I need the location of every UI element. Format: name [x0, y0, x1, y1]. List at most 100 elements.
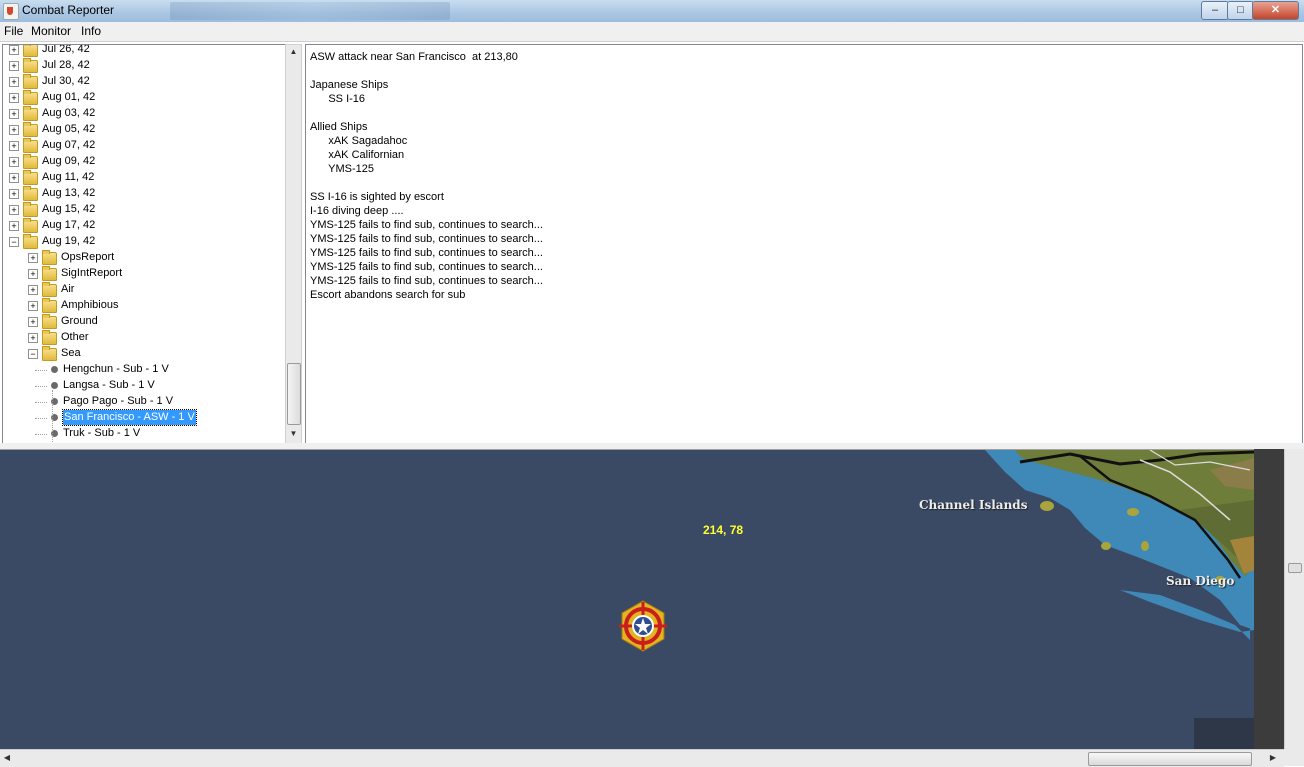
tree-category-air[interactable]: + Air [3, 282, 283, 298]
map-label-channel-islands: Channel Islands [919, 498, 1028, 512]
expand-icon[interactable]: + [9, 189, 19, 199]
tree-node-label: Aug 11, 42 [42, 171, 95, 183]
tree-scroll-thumb[interactable] [287, 363, 301, 425]
tree-date-node[interactable]: + Aug 17, 42 [3, 218, 283, 234]
expand-icon[interactable]: + [9, 93, 19, 103]
tree-connector [35, 418, 47, 419]
collapse-icon[interactable]: − [28, 349, 38, 359]
expand-icon[interactable]: + [9, 45, 19, 55]
expand-icon[interactable]: + [28, 333, 38, 343]
tree-connector [35, 370, 47, 371]
tree-date-node[interactable]: + Jul 28, 42 [3, 58, 283, 74]
folder-icon [23, 45, 38, 57]
expand-icon[interactable]: + [28, 253, 38, 263]
expand-icon[interactable]: + [28, 301, 38, 311]
tree-combat-item[interactable]: Hengchun - Sub - 1 V [3, 362, 283, 378]
expand-icon[interactable]: + [9, 109, 19, 119]
report-line: YMS-125 fails to find sub, continues to … [310, 247, 543, 259]
tree-date-node[interactable]: + Aug 07, 42 [3, 138, 283, 154]
tree-node-label: Jul 26, 42 [42, 44, 90, 55]
map-vertical-scrollbar[interactable] [1284, 449, 1304, 749]
folder-icon [23, 58, 38, 73]
tree-category-sigintreport[interactable]: + SigIntReport [3, 266, 283, 282]
tree-vertical-scrollbar[interactable]: ▲ ▼ [285, 44, 302, 444]
tree-date-node[interactable]: + Aug 15, 42 [3, 202, 283, 218]
scroll-left-arrow-icon[interactable]: ◀ [0, 751, 14, 765]
folder-icon [42, 298, 57, 313]
expand-icon[interactable]: + [9, 205, 19, 215]
map-vertical-thumb[interactable] [1288, 563, 1302, 573]
tree-date-node[interactable]: + Aug 13, 42 [3, 186, 283, 202]
map-horizontal-scrollbar[interactable]: ◀ ▶ [0, 749, 1284, 767]
folder-icon [42, 346, 57, 361]
tree-date-node[interactable]: + Aug 05, 42 [3, 122, 283, 138]
report-line: xAK Californian [310, 149, 405, 161]
report-line: SS I-16 is sighted by escort [310, 191, 444, 203]
combat-target-star-icon[interactable] [617, 600, 669, 652]
tree-node-label: OpsReport [61, 251, 115, 263]
expand-icon[interactable]: + [9, 157, 19, 167]
tree-date-node[interactable]: + Aug 11, 42 [3, 170, 283, 186]
report-tree[interactable]: + Jul 26, 42 + Jul 28, 42 + Jul 30, 42 + Aug 01… [2, 44, 286, 444]
tree-combat-item[interactable]: Pago Pago - Sub - 1 V [3, 394, 283, 410]
tree-node-label: SigIntReport [61, 267, 123, 279]
tree-combat-item[interactable]: Langsa - Sub - 1 V [3, 378, 283, 394]
report-line: I-16 diving deep .... [310, 205, 404, 217]
tree-connector [35, 434, 47, 435]
title-bar: Combat Reporter – □ ✕ [0, 0, 1304, 22]
tree-node-label: Aug 19, 42 [42, 235, 96, 247]
tree-date-node[interactable]: + Jul 26, 42 [3, 44, 283, 58]
tree-date-node[interactable]: + Aug 09, 42 [3, 154, 283, 170]
scroll-up-arrow-icon[interactable]: ▲ [286, 45, 301, 59]
menu-monitor[interactable]: Monitor [31, 24, 71, 38]
expand-icon[interactable]: + [28, 269, 38, 279]
close-button[interactable]: ✕ [1252, 1, 1299, 20]
tree-date-node[interactable]: + Jul 30, 42 [3, 74, 283, 90]
menu-file[interactable]: File [4, 24, 23, 38]
tree-node-label: Pago Pago - Sub - 1 V [63, 395, 174, 407]
tree-date-node[interactable]: − Aug 19, 42 [3, 234, 283, 250]
hex-coordinate-readout: 214, 78 [703, 523, 744, 537]
tree-date-node[interactable]: + Aug 03, 42 [3, 106, 283, 122]
map-horizontal-thumb[interactable] [1088, 752, 1252, 766]
tree-combat-item[interactable]: Truk - Sub - 1 V [3, 426, 283, 442]
map-edge-strip [1254, 449, 1284, 749]
folder-icon [42, 282, 57, 297]
expand-icon[interactable]: + [9, 221, 19, 231]
scroll-down-arrow-icon[interactable]: ▼ [286, 427, 301, 441]
expand-icon[interactable]: + [9, 141, 19, 151]
expand-icon[interactable]: + [9, 77, 19, 87]
tree-combat-item[interactable]: San Francisco - ASW - 1 V [3, 409, 283, 426]
expand-icon[interactable]: + [28, 317, 38, 327]
menu-info[interactable]: Info [81, 24, 101, 38]
tactical-map[interactable]: Channel Islands San Diego 214, 78 [0, 449, 1254, 750]
expand-icon[interactable]: + [9, 125, 19, 135]
report-line: YMS-125 fails to find sub, continues to … [310, 275, 543, 287]
tree-category-amphibious[interactable]: + Amphibious [3, 298, 283, 314]
report-line: Allied Ships [310, 121, 368, 133]
combat-report-text[interactable]: ASW attack near San Francisco at 213,80 J… [305, 44, 1303, 444]
tree-category-opsreport[interactable]: + OpsReport [3, 250, 283, 266]
tree-category-other[interactable]: + Other [3, 330, 283, 346]
report-leaf-icon [51, 366, 58, 373]
tree-node-label: Aug 05, 42 [42, 123, 96, 135]
tree-node-label: Aug 13, 42 [42, 187, 96, 199]
collapse-icon[interactable]: − [9, 237, 19, 247]
tree-node-label: Amphibious [61, 299, 119, 311]
tree-node-label: San Francisco - ASW - 1 V [62, 409, 197, 426]
folder-icon [42, 314, 57, 329]
tree-category-sea[interactable]: − Sea [3, 346, 283, 362]
tree-node-label: Langsa - Sub - 1 V [63, 379, 155, 391]
expand-icon[interactable]: + [28, 285, 38, 295]
tree-date-node[interactable]: + Aug 01, 42 [3, 90, 283, 106]
tree-category-ground[interactable]: + Ground [3, 314, 283, 330]
tree-node-label: Other [61, 331, 89, 343]
minimize-button[interactable]: – [1201, 1, 1229, 20]
maximize-button[interactable]: □ [1227, 1, 1254, 20]
folder-icon [23, 234, 38, 249]
expand-icon[interactable]: + [9, 173, 19, 183]
report-line: xAK Sagadahoc [310, 135, 408, 147]
map-label-san-diego: San Diego [1166, 574, 1235, 588]
scroll-right-arrow-icon[interactable]: ▶ [1266, 751, 1280, 765]
expand-icon[interactable]: + [9, 61, 19, 71]
